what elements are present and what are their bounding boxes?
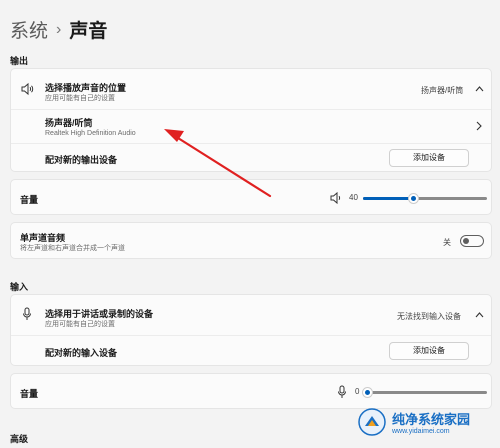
add-output-device-button[interactable]: 添加设备 (389, 149, 469, 167)
breadcrumb: 系统 › 声音 (10, 16, 107, 43)
watermark: 纯净系统家园 www.yidaimei.com (358, 408, 470, 436)
output-device-card: 选择播放声音的位置 应用可能有自己的设置 扬声器/听筒 扬声器/听筒 Realt… (10, 68, 492, 172)
watermark-url: www.yidaimei.com (392, 428, 450, 435)
watermark-name: 纯净系统家园 (392, 413, 471, 428)
chevron-right-icon[interactable] (475, 121, 483, 131)
mono-audio-toggle[interactable] (460, 235, 484, 247)
chevron-up-icon[interactable] (475, 311, 484, 319)
pair-input-label: 配对新的输入设备 (45, 348, 118, 358)
input-section-label: 输入 (10, 282, 29, 292)
breadcrumb-system[interactable]: 系统 (10, 16, 48, 43)
current-input-value: 无法找到输入设备 (397, 312, 461, 321)
breadcrumb-separator: › (56, 20, 62, 38)
output-volume-card: 音量 40 (10, 179, 492, 215)
chevron-up-icon[interactable] (475, 85, 484, 93)
current-output-value: 扬声器/听筒 (421, 86, 464, 95)
watermark-logo-icon (358, 408, 386, 436)
input-slider-track (367, 391, 487, 394)
pair-input-row: 配对新的输入设备 添加设备 (11, 336, 491, 367)
input-device-card: 选择用于讲话或录制的设备 应用可能有自己的设置 无法找到输入设备 配对新的输入设… (10, 294, 492, 366)
choose-output-device-row[interactable]: 选择播放声音的位置 应用可能有自己的设置 扬声器/听筒 (11, 69, 491, 109)
microphone-icon[interactable] (337, 385, 347, 399)
advanced-section-label: 高级 (10, 434, 29, 444)
mono-audio-card: 单声道音频 将左声道和右声道合并成一个声道 关 (10, 222, 492, 259)
page-title: 声音 (69, 21, 108, 42)
add-input-device-button[interactable]: 添加设备 (389, 342, 469, 360)
choose-input-device-row[interactable]: 选择用于讲话或录制的设备 应用可能有自己的设置 无法找到输入设备 (11, 295, 491, 335)
output-device-item[interactable]: 扬声器/听筒 Realtek High Definition Audio (11, 110, 491, 143)
pair-output-label: 配对新的输出设备 (45, 155, 118, 165)
choose-output-subtitle: 应用可能有自己的设置 (45, 95, 115, 102)
input-slider-thumb[interactable] (362, 387, 373, 398)
mono-audio-state: 关 (443, 238, 451, 247)
output-slider-thumb[interactable] (408, 193, 419, 204)
choose-input-subtitle: 应用可能有自己的设置 (45, 321, 115, 328)
output-slider-fill (363, 197, 413, 200)
input-volume-label: 音量 (20, 389, 39, 399)
output-volume-value: 40 (349, 193, 358, 202)
mono-audio-subtitle: 将左声道和右声道合并成一个声道 (20, 245, 125, 252)
output-device-name: 扬声器/听筒 (45, 118, 93, 128)
output-section-label: 输出 (10, 56, 29, 66)
input-volume-card: 音量 0 (10, 373, 492, 409)
output-volume-label: 音量 (20, 195, 39, 205)
volume-icon[interactable] (329, 191, 343, 205)
speaker-icon (21, 82, 34, 96)
pair-output-row: 配对新的输出设备 添加设备 (11, 144, 491, 173)
output-device-driver: Realtek High Definition Audio (45, 130, 136, 137)
input-volume-value: 0 (355, 387, 360, 396)
microphone-icon (23, 307, 31, 320)
